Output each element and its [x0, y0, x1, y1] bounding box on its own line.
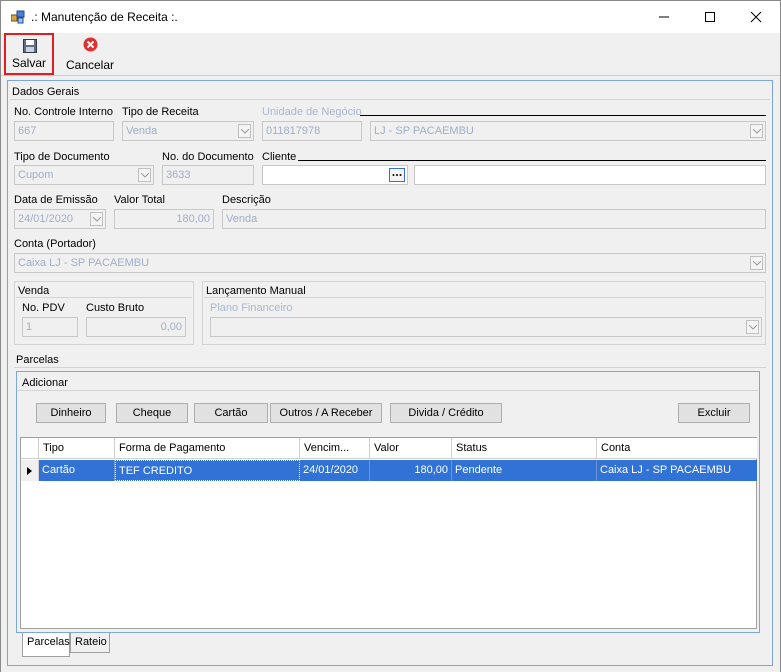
pdv-label: No. PDV	[22, 302, 65, 314]
chevron-down-icon[interactable]	[746, 320, 759, 334]
chevron-down-icon[interactable]	[138, 168, 151, 182]
cell-forma[interactable]: TEF CREDITO	[115, 460, 300, 481]
tab-parcelas[interactable]: Parcelas	[22, 633, 70, 657]
chevron-down-icon[interactable]	[750, 124, 763, 138]
tipo-documento-select[interactable]: Cupom	[14, 165, 154, 185]
divider	[16, 297, 192, 298]
cancel-label: Cancelar	[65, 58, 115, 72]
window-title: .: Manutenção de Receita :.	[31, 10, 178, 24]
valor-total-field[interactable]: 180,00	[114, 209, 214, 229]
conta-value: Caixa LJ - SP PACAEMBU	[18, 257, 150, 269]
cell-valor[interactable]: 180,00	[370, 460, 452, 481]
cliente-name-field[interactable]	[414, 165, 766, 185]
minimize-button[interactable]	[641, 1, 687, 33]
tipo-receita-value: Venda	[126, 125, 158, 137]
outros-button[interactable]: Outros / A Receber	[270, 403, 382, 423]
tipo-documento-value: Cupom	[18, 169, 54, 181]
pdv-field[interactable]: 1	[22, 317, 78, 337]
conta-label: Conta (Portador)	[14, 238, 96, 250]
close-icon	[750, 11, 762, 23]
data-emissao-value: 24/01/2020	[18, 213, 74, 225]
tab-rateio[interactable]: Rateio	[70, 633, 110, 653]
chevron-down-icon[interactable]	[238, 124, 251, 138]
save-label: Salvar	[11, 56, 46, 70]
cartao-button[interactable]: Cartão	[194, 403, 268, 423]
divider	[18, 390, 758, 391]
close-button[interactable]	[733, 1, 779, 33]
descricao-label: Descrição	[222, 194, 271, 206]
controle-field[interactable]: 667	[14, 121, 114, 141]
form-panel: Dados Gerais No. Controle Interno 667 Ti…	[1, 75, 780, 672]
row-header-corner	[21, 438, 39, 459]
cliente-line	[298, 160, 766, 161]
numero-documento-field[interactable]: 3633	[162, 165, 254, 185]
maximize-icon	[705, 12, 715, 22]
custo-label: Custo Bruto	[86, 302, 145, 314]
column-header[interactable]: Valor	[370, 438, 452, 459]
unidade-line	[360, 115, 766, 116]
cliente-code-field[interactable]	[262, 165, 408, 185]
divider	[10, 99, 770, 100]
numero-documento-label: No. do Documento	[162, 151, 254, 163]
column-header[interactable]: Tipo	[39, 438, 115, 459]
red-x-circle-icon	[83, 37, 98, 55]
divider	[14, 367, 766, 368]
tipo-receita-label: Tipo de Receita	[122, 106, 199, 118]
row-selector-arrow-icon[interactable]	[21, 460, 39, 481]
valor-total-label: Valor Total	[114, 194, 165, 206]
parcelas-title: Parcelas	[16, 354, 59, 366]
chevron-down-icon[interactable]	[90, 212, 103, 226]
tipo-documento-label: Tipo de Documento	[14, 151, 110, 163]
unidade-name-value: LJ - SP PACAEMBU	[374, 125, 474, 137]
ellipsis-icon[interactable]	[389, 168, 405, 182]
controle-label: No. Controle Interno	[14, 106, 114, 118]
table-row[interactable]: Cartão TEF CREDITO 24/01/2020 180,00 Pen…	[21, 460, 757, 481]
data-emissao-picker[interactable]: 24/01/2020	[14, 209, 106, 229]
app-window-icon	[10, 10, 25, 24]
cell-status[interactable]: Pendente	[452, 460, 597, 481]
data-emissao-label: Data de Emissão	[14, 194, 98, 206]
floppy-disk-icon	[23, 39, 37, 56]
column-header[interactable]: Conta	[597, 438, 757, 459]
form-inner: Dados Gerais No. Controle Interno 667 Ti…	[7, 80, 773, 666]
cell-conta[interactable]: Caixa LJ - SP PACAEMBU	[597, 460, 757, 481]
unidade-label: Unidade de Negócio	[262, 106, 362, 118]
lancamento-title: Lançamento Manual	[206, 285, 306, 297]
column-header[interactable]: Vencim...	[300, 438, 370, 459]
divida-button[interactable]: Divida / Crédito	[390, 403, 502, 423]
column-header[interactable]: Status	[452, 438, 597, 459]
dados-gerais-title: Dados Gerais	[12, 86, 80, 98]
parcelas-grid[interactable]: Tipo Forma de Pagamento Vencim... Valor …	[20, 437, 757, 629]
minimize-icon	[659, 16, 669, 18]
divider	[204, 297, 764, 298]
cliente-label: Cliente	[262, 151, 297, 163]
cheque-button[interactable]: Cheque	[116, 403, 188, 423]
cell-tipo[interactable]: Cartão	[39, 460, 115, 481]
plano-label: Plano Financeiro	[210, 302, 293, 314]
save-button[interactable]: Salvar	[4, 33, 54, 75]
venda-title: Venda	[18, 285, 50, 297]
unidade-code-field[interactable]: 011817978	[262, 121, 362, 141]
maximize-button[interactable]	[687, 1, 733, 33]
custo-field[interactable]: 0,00	[86, 317, 186, 337]
title-bar[interactable]: .: Manutenção de Receita :.	[1, 1, 780, 33]
plano-select[interactable]	[210, 317, 762, 337]
chevron-down-icon[interactable]	[750, 256, 763, 270]
toolbar: Salvar Cancelar	[1, 33, 780, 75]
main-window: .: Manutenção de Receita :. Salvar Cance…	[0, 0, 781, 672]
unidade-select[interactable]: LJ - SP PACAEMBU	[370, 121, 766, 141]
column-header[interactable]: Forma de Pagamento	[115, 438, 300, 459]
conta-select[interactable]: Caixa LJ - SP PACAEMBU	[14, 253, 766, 273]
tipo-receita-select[interactable]: Venda	[122, 121, 254, 141]
cancel-button[interactable]: Cancelar	[61, 33, 119, 75]
dinheiro-button[interactable]: Dinheiro	[36, 403, 106, 423]
descricao-field[interactable]: Venda	[222, 209, 766, 229]
cell-vencimento[interactable]: 24/01/2020	[300, 460, 370, 481]
adicionar-title: Adicionar	[22, 377, 68, 389]
excluir-button[interactable]: Excluir	[678, 403, 750, 423]
